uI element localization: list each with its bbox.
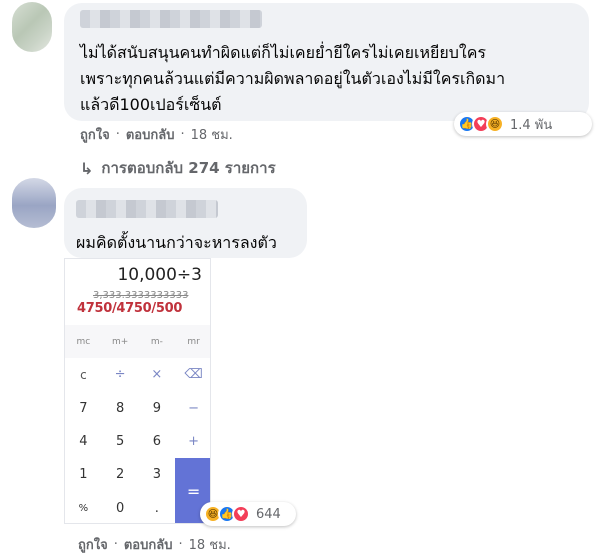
comment-1-text: ไม่ได้สนับสนุนคนทำผิดแต่ก็ไม่เคยย่ำยีใคร… [80,40,505,118]
reply-button[interactable]: ตอบกลับ [126,124,175,145]
calc-key: 3 [152,467,162,483]
view-replies-link[interactable]: ↳ การตอบกลับ 274 รายการ [80,156,276,180]
comment-2-text: ผมคิดตั้งนานกว่าจะหารลงตัว [76,233,277,252]
separator-dot: · [178,537,183,552]
reaction-count: 1.4 พัน [510,117,553,133]
comment-2-actions: ถูกใจ · ตอบกลับ · 18 ชม. [78,534,231,555]
calc-crossed-result: 3,333.3333333333 [93,290,189,301]
separator-dot: · [180,127,185,142]
calc-expression: 10,000÷3 [117,265,202,285]
separator-dot: · [113,537,118,552]
haha-icon: 😆 [486,115,504,133]
like-button[interactable]: ถูกใจ [80,124,110,145]
calc-key: mc [65,325,102,359]
calc-key: m+ [101,325,139,359]
comment-1-line-1: ไม่ได้สนับสนุนคนทำผิดแต่ก็ไม่เคยย่ำยีใคร… [80,43,487,62]
calc-key: ÷ [114,367,126,383]
reaction-count: 644 [256,506,281,522]
calc-key: m- [138,325,176,359]
calc-key: 5 [115,434,125,450]
calc-key: 0 [115,500,125,516]
calc-key: 2 [115,467,125,483]
commenter-2-name-blurred[interactable] [76,200,218,218]
replies-label: การตอบกลับ 274 รายการ [101,159,276,177]
calc-key: mr [175,325,210,359]
calc-key: × [151,367,163,383]
calc-key: + [188,434,200,450]
commenter-2-avatar[interactable] [12,178,56,228]
comment-1-line-2: เพราะทุกคนล้วนแต่มีความผิดพลาดอยู่ในตัวเ… [80,69,506,88]
calc-key: 7 [79,400,88,416]
calc-key: 4 [79,434,88,450]
calc-key: 8 [115,400,125,416]
calc-key: c [80,367,87,382]
commenter-1-avatar[interactable] [12,2,52,52]
comment-timestamp[interactable]: 18 ชม. [191,124,233,145]
commenter-1-name-blurred[interactable] [80,10,262,28]
calc-handwritten-scribble: 4750/4750/500 [77,301,183,316]
comment-1-line-3: แล้วดี100เปอร์เซ็นต์ [80,95,222,114]
comment-2-reactions[interactable]: 😆 👍 ♥ 644 [200,502,296,526]
separator-dot: · [115,127,120,142]
calc-key: . [154,500,159,516]
comment-1-actions: ถูกใจ · ตอบกลับ · 18 ชม. [80,124,233,145]
calc-keypad: mc m+ m- mr c ÷ × ⌫ 7 8 9 − 4 5 6 + 1 2 … [65,325,210,523]
love-icon: ♥ [232,505,250,523]
comment-timestamp[interactable]: 18 ชม. [189,534,231,555]
calc-key: 9 [152,400,162,416]
calc-key: 6 [152,434,162,450]
like-button[interactable]: ถูกใจ [78,534,108,555]
reply-button[interactable]: ตอบกลับ [124,534,173,555]
calculator-image[interactable]: 10,000÷3 3,333.3333333333 4750/4750/500 … [64,258,211,524]
calc-key: 1 [79,467,88,483]
calc-key: − [188,400,200,416]
comment-1-reactions[interactable]: 👍 ♥ 😆 1.4 พัน [454,112,592,136]
calc-key: % [78,502,89,514]
reply-arrow-icon: ↳ [80,158,94,178]
calc-key-backspace-icon: ⌫ [184,367,203,383]
